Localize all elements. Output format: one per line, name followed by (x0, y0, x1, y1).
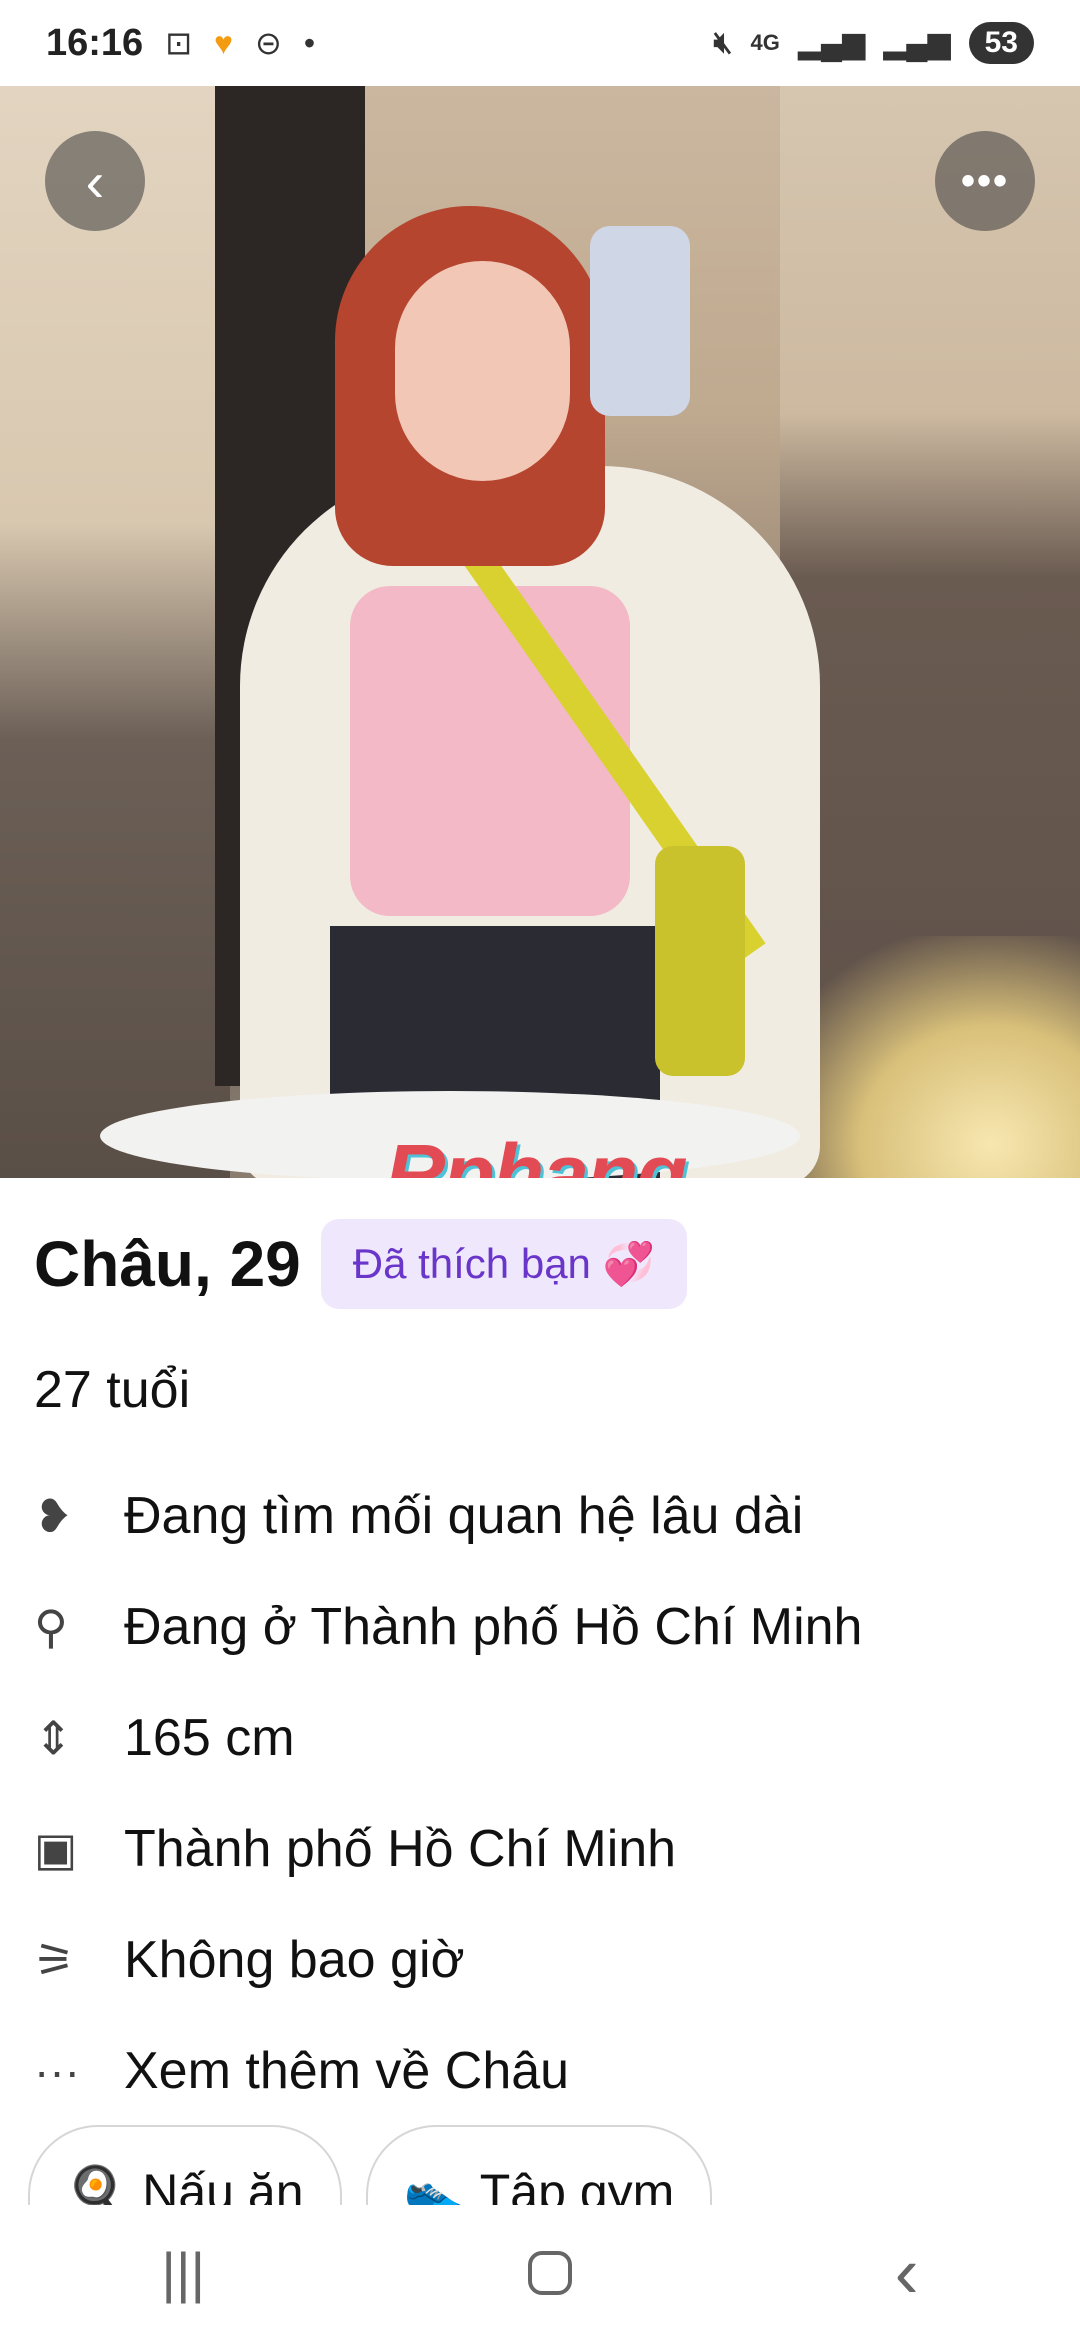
height-icon: ⇕ (34, 1711, 73, 1764)
detail-location: ⚲ Đang ở Thành phố Hồ Chí Minh (34, 1571, 1054, 1682)
detail-smoking: ⚞ Không bao giờ (34, 1904, 1054, 2015)
age-text: 27 tuổi (34, 1361, 191, 1419)
dot-icon: • (303, 24, 316, 61)
signal-icon: ▂▄▆ (797, 26, 866, 60)
signal-icon-2: ▂▄▆ (883, 26, 951, 60)
detail-text: Không bao giờ (124, 1930, 465, 1989)
more-horizontal-icon: ••• (960, 158, 1009, 203)
detail-text: Đang ở Thành phố Hồ Chí Minh (124, 1597, 863, 1656)
detail-text: Đang tìm mối quan hệ lâu dài (124, 1486, 804, 1545)
hearts-icon: ❥ (34, 1489, 73, 1542)
location-pin-icon: ⚲ (34, 1600, 68, 1653)
system-nav-bar: ||| ‹ (0, 2205, 1080, 2340)
watermark-logo: Rphang (385, 1127, 688, 1178)
briefcase-icon: ▣ (34, 1822, 78, 1875)
liked-badge-label: Đã thích bạn (352, 1240, 591, 1287)
photo-phone (590, 226, 690, 416)
battery-indicator: 53 (968, 22, 1034, 64)
back-button[interactable]: ‹ (45, 131, 145, 231)
see-more-about-row[interactable]: ··· Xem thêm về Châu (34, 2015, 1054, 2126)
chevron-left-icon: ‹ (85, 149, 105, 213)
photo-face (395, 261, 570, 481)
photo-bag (655, 846, 745, 1076)
two-hearts-icon: 💞 (602, 1239, 656, 1287)
more-dots-icon: ··· (34, 2044, 80, 2097)
smoking-icon: ⚞ (34, 1933, 76, 1986)
photo-top (350, 586, 630, 916)
status-bar: 16:16 ⊡ ♥ ⊝ • 🔇︎ 4G ▂▄▆ ▂▄▆ 53 (0, 0, 1080, 86)
detail-height: ⇕ 165 cm (34, 1682, 1054, 1793)
profile-details: ❥ Đang tìm mối quan hệ lâu dài ⚲ Đang ở … (34, 1460, 1054, 2126)
liked-you-badge: Đã thích bạn 💞 (320, 1219, 688, 1309)
see-more-link[interactable]: Xem thêm về Châu (124, 2041, 569, 2101)
name-row: Châu, 29 Đã thích bạn 💞 (34, 1218, 688, 1310)
home-button[interactable] (527, 2250, 572, 2295)
status-time: 16:16 (46, 21, 144, 64)
detail-work: ▣ Thành phố Hồ Chí Minh (34, 1793, 1054, 1904)
mute-icon: 🔇︎ (713, 26, 733, 59)
profile-name-age: Châu, 29 (34, 1228, 301, 1300)
detail-text: Thành phố Hồ Chí Minh (124, 1819, 677, 1878)
detail-relationship-goal: ❥ Đang tìm mối quan hệ lâu dài (34, 1460, 1054, 1571)
more-options-button[interactable]: ••• (935, 131, 1035, 231)
network-type: 4G (750, 30, 780, 55)
nav-back-button[interactable]: ‹ (895, 2232, 919, 2314)
profile-photo[interactable]: Rphang (0, 86, 1080, 1178)
photo-wall-left (0, 86, 230, 1178)
screen-record-icon: ⊡ (165, 25, 193, 61)
recent-apps-button[interactable]: ||| (161, 2240, 205, 2305)
detail-text: 165 cm (124, 1708, 295, 1767)
voicemail-icon: ⊝ (255, 25, 282, 61)
app-notification-icon: ♥ (214, 24, 234, 61)
